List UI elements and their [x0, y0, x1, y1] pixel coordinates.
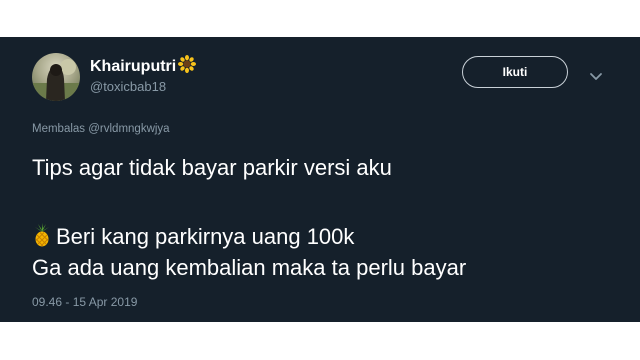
- tweet-card: Khairuputri @toxicbab18 Ikuti Membalas @…: [0, 37, 640, 322]
- display-name-text: Khairuputri: [90, 58, 177, 75]
- tweet-text-line-2: Beri kang parkirnya uang 100k: [32, 223, 612, 253]
- tweet-text-line-2-text: Beri kang parkirnya uang 100k: [56, 224, 355, 249]
- avatar[interactable]: [32, 53, 80, 101]
- tweet-timestamp[interactable]: 09.46 - 15 Apr 2019: [32, 295, 137, 309]
- pineapple-icon: [32, 223, 52, 253]
- tweet-text-line-3: Ga ada uang kembalian maka ta perlu baya…: [32, 255, 467, 280]
- follow-button[interactable]: Ikuti: [462, 56, 568, 88]
- display-name[interactable]: Khairuputri: [90, 55, 197, 78]
- chevron-down-icon[interactable]: [589, 69, 603, 80]
- user-handle[interactable]: @toxicbab18: [90, 79, 166, 94]
- reply-prefix: Membalas: [32, 123, 89, 135]
- avatar-photo: [32, 59, 80, 101]
- reply-context: Membalas @rvldmngkwjya: [32, 123, 170, 135]
- reply-mention-link[interactable]: @rvldmngkwjya: [88, 123, 169, 135]
- follow-button-label: Ikuti: [502, 65, 528, 79]
- sunflower-icon: [178, 55, 197, 78]
- tweet-text-line-1: Tips agar tidak bayar parkir versi aku: [32, 155, 392, 180]
